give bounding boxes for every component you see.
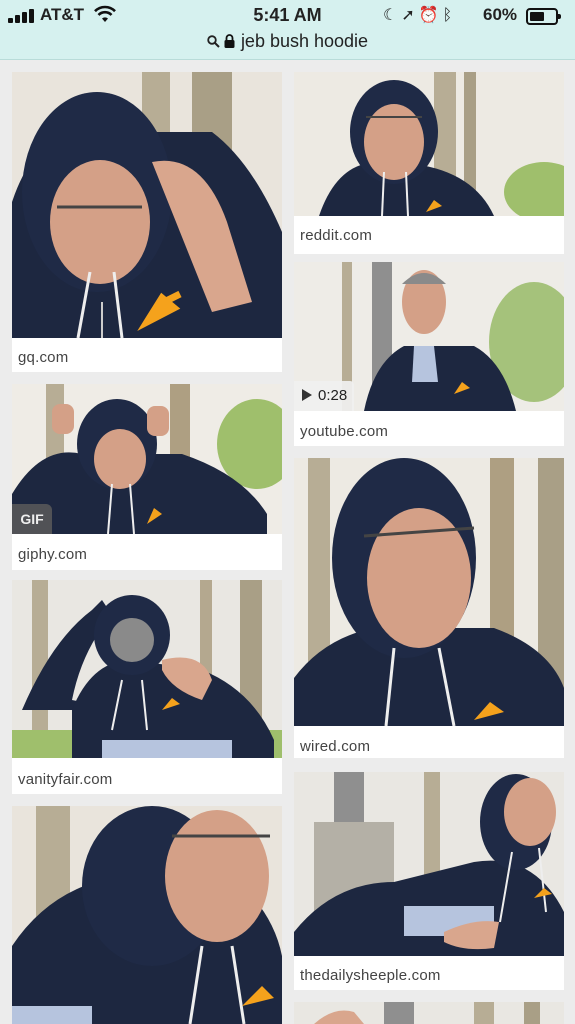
result-thumbnail[interactable] [12,806,282,1024]
result-thumbnail[interactable]: GIF [12,384,282,534]
result-thumbnail[interactable]: 0:28 [294,262,564,411]
gif-badge: GIF [12,504,52,534]
search-query: jeb bush hoodie [240,31,369,51]
result-card[interactable]: 0:28 youtube.com [294,262,564,446]
result-card[interactable]: GIF giphy.com [12,384,282,570]
result-thumbnail[interactable] [294,1002,564,1024]
result-source[interactable]: youtube.com [300,423,388,440]
result-card[interactable]: thedailysheeple.com [294,772,564,990]
result-thumbnail[interactable] [294,458,564,726]
result-source[interactable]: giphy.com [18,546,87,563]
status-icons: ☾➚⏰ᛒ [383,5,456,25]
result-thumbnail[interactable] [12,580,282,758]
result-source[interactable]: thedailysheeple.com [300,967,441,984]
result-source[interactable]: vanityfair.com [18,771,113,788]
bluetooth-icon: ᛒ [442,7,457,24]
browser-header: AT&T 5:41 AM ☾➚⏰ᛒ 60% jeb bush hoodie [0,0,575,60]
lock-icon [224,32,235,48]
result-card[interactable]: reddit.com [294,72,564,254]
result-source[interactable]: reddit.com [300,227,372,244]
result-card[interactable] [12,806,282,1024]
search-icon [207,32,220,48]
result-thumbnail[interactable] [12,72,282,338]
result-card[interactable] [294,1002,564,1024]
play-icon [302,389,312,401]
battery-icon [526,8,561,25]
battery-percent: 60% [483,5,518,24]
result-source[interactable]: gq.com [18,349,68,366]
video-duration-badge: 0:28 [294,381,354,411]
result-card[interactable]: gq.com [12,72,282,372]
result-card[interactable]: wired.com [294,458,564,758]
result-thumbnail[interactable] [294,72,564,216]
result-source[interactable]: wired.com [300,738,370,755]
result-thumbnail[interactable] [294,772,564,956]
location-arrow-icon: ➚ [401,7,419,24]
moon-icon: ☾ [383,7,402,24]
alarm-clock-icon: ⏰ [418,7,443,24]
address-bar[interactable]: jeb bush hoodie [0,31,575,55]
status-bar: AT&T 5:41 AM ☾➚⏰ᛒ 60% [0,0,575,32]
result-card[interactable]: vanityfair.com [12,580,282,794]
